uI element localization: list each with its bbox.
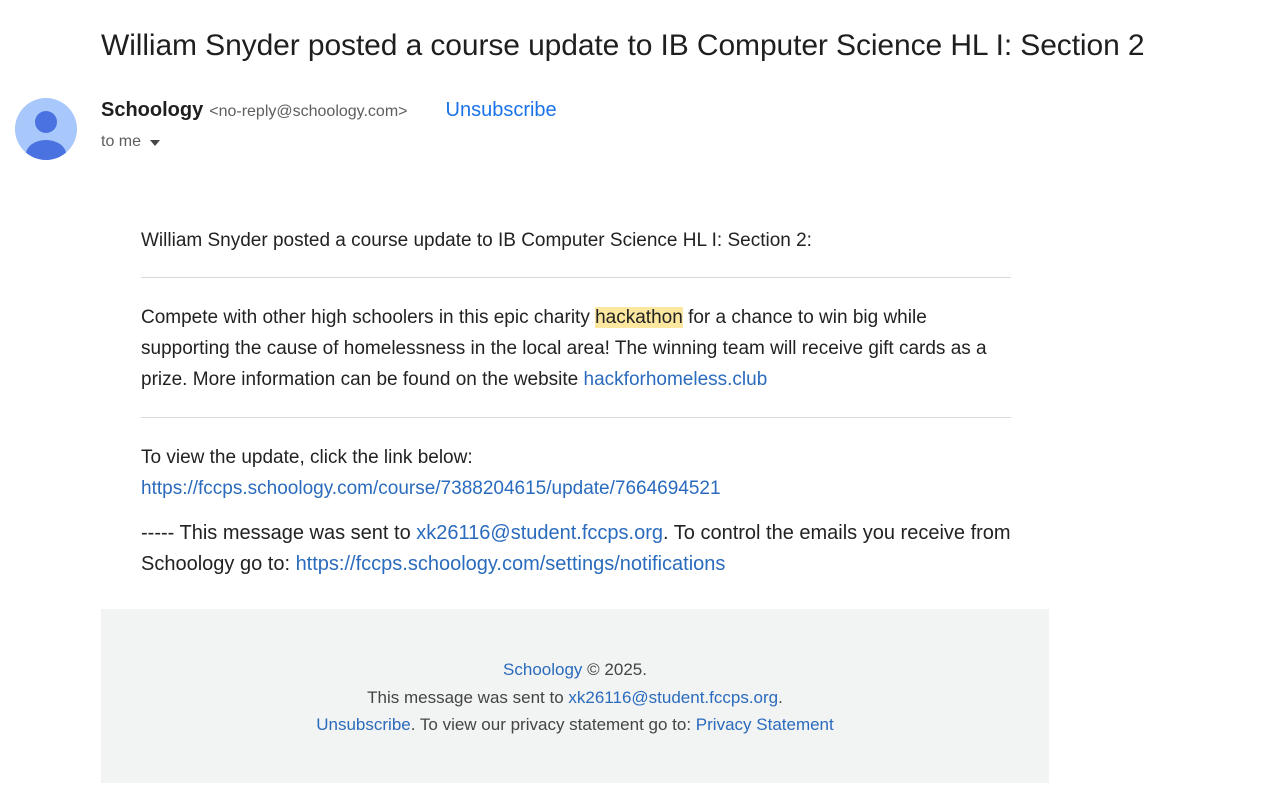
view-prompt: To view the update, click the link below… — [141, 447, 473, 468]
announcement-text: Compete with other high schoolers in thi… — [141, 278, 1011, 417]
announcement-part1: Compete with other high schoolers in thi… — [141, 307, 596, 328]
highlighted-term: hackathon — [595, 307, 683, 328]
sender-address: <no-reply@schoology.com> — [209, 103, 408, 120]
footer-sent-suffix: . — [778, 687, 783, 707]
email-subject: William Snyder posted a course update to… — [101, 29, 1145, 62]
view-update-block: To view the update, click the link below… — [141, 418, 1011, 504]
footer-privacy-text: . To view our privacy statement go to: — [410, 715, 696, 734]
footer-schoology-link[interactable]: Schoology — [503, 660, 582, 679]
caret-down-icon — [150, 140, 161, 146]
sender-name[interactable]: Schoology — [101, 99, 203, 122]
sender-row: Schoology <no-reply@schoology.com> Unsub… — [101, 99, 557, 127]
hackathon-website-link[interactable]: hackforhomeless.club — [584, 369, 768, 390]
notice-prefix: ----- This message was sent to — [141, 522, 417, 544]
footer-sent-line: This message was sent to xk26116@student… — [101, 684, 1049, 712]
footer-recipient-email-link[interactable]: xk26116@student.fccps.org — [568, 688, 778, 707]
person-avatar-icon — [26, 111, 66, 160]
footer-copyright-line: Schoology © 2025. — [101, 656, 1049, 684]
footer-links-line: Unsubscribe. To view our privacy stateme… — [101, 711, 1049, 739]
update-intro: William Snyder posted a course update to… — [141, 230, 812, 251]
email-footer: Schoology © 2025. This message was sent … — [101, 609, 1049, 783]
recipient-details-toggle[interactable]: to me — [101, 133, 161, 151]
email-body: William Snyder posted a course update to… — [141, 225, 1011, 580]
header-unsubscribe-link[interactable]: Unsubscribe — [446, 99, 557, 122]
update-link[interactable]: https://fccps.schoology.com/course/73882… — [141, 478, 721, 499]
recipient-email-link[interactable]: xk26116@student.fccps.org — [416, 522, 663, 544]
privacy-statement-link[interactable]: Privacy Statement — [696, 715, 834, 734]
notification-notice: ----- This message was sent to xk26116@s… — [141, 504, 1011, 580]
footer-unsubscribe-link[interactable]: Unsubscribe — [316, 715, 411, 734]
recipient-label: to me — [101, 133, 142, 150]
sender-avatar[interactable] — [15, 98, 77, 160]
notification-settings-link[interactable]: https://fccps.schoology.com/settings/not… — [296, 553, 726, 575]
email-view: William Snyder posted a course update to… — [0, 0, 1280, 792]
footer-copyright: © 2025. — [582, 660, 647, 679]
footer-sent-prefix: This message was sent to — [367, 687, 569, 707]
